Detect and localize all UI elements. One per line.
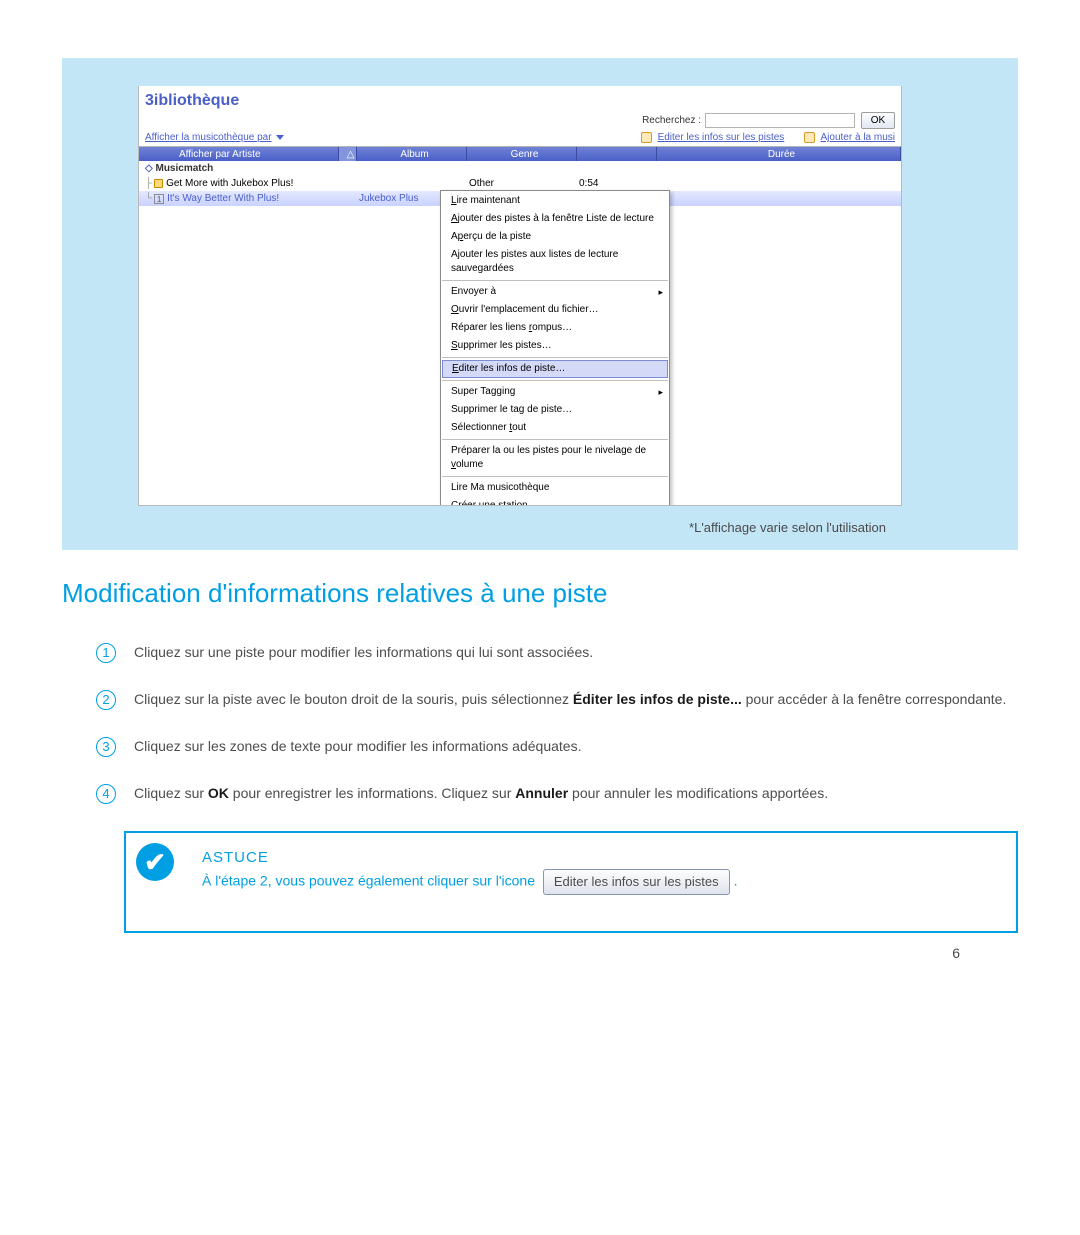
display-by-dropdown[interactable]: Afficher la musicothèque par [145, 132, 272, 143]
chevron-down-icon [276, 135, 284, 140]
menu-item[interactable]: Préparer la ou les pistes pour le nivela… [441, 442, 669, 474]
menu-item[interactable]: Aperçu de la piste [441, 228, 669, 246]
menu-item[interactable]: Supprimer les pistes… [441, 337, 669, 355]
menu-item[interactable]: Ajouter des pistes à la fenêtre Liste de… [441, 210, 669, 228]
menu-item[interactable]: Ajouter les pistes aux listes de lecture… [441, 246, 669, 278]
track-row-header[interactable]: ◇ Musicmatch [139, 161, 901, 176]
instruction-list: 1 Cliquez sur une piste pour modifier le… [62, 643, 1018, 803]
menu-item[interactable]: Sélectionner tout [441, 419, 669, 437]
library-window: 3ibliothèque Recherchez : OK Afficher la… [138, 86, 902, 506]
tip-title: ASTUCE [202, 847, 1000, 870]
tip-box: ✔ ASTUCE À l'étape 2, vous pouvez égalem… [124, 831, 1018, 933]
menu-separator [442, 357, 668, 358]
column-genre[interactable]: Genre [467, 147, 577, 161]
menu-item[interactable]: Editer les infos de piste… [442, 360, 668, 378]
add-icon [804, 132, 815, 143]
track-row[interactable]: ├Get More with Jukebox Plus! Other 0:54 [139, 176, 901, 191]
screenshot-panel: 3ibliothèque Recherchez : OK Afficher la… [62, 58, 1018, 550]
column-duration-lead [577, 147, 657, 161]
menu-item[interactable]: Réparer les liens rompus… [441, 319, 669, 337]
edit-track-info-button-example: Editer les infos sur les pistes [543, 869, 730, 895]
toolbar-links-row: Afficher la musicothèque par Editer les … [139, 132, 901, 146]
menu-item[interactable]: Lire Ma musicothèque [441, 479, 669, 497]
step-number-badge: 2 [96, 690, 116, 710]
instruction-step: 4 Cliquez sur OK pour enregistrer les in… [134, 784, 1018, 803]
add-to-library-link[interactable]: Ajouter à la musi [804, 132, 895, 143]
sort-indicator-icon[interactable]: △ [339, 147, 357, 161]
menu-item[interactable]: Supprimer le tag de piste… [441, 401, 669, 419]
toolbar-search-row: Recherchez : OK [139, 110, 901, 132]
check-icon: ✔ [136, 843, 174, 881]
column-artist[interactable]: Afficher par Artiste [139, 147, 339, 161]
menu-item[interactable]: Créer une station [441, 497, 669, 506]
menu-separator [442, 380, 668, 381]
lock-icon [154, 179, 163, 188]
menu-item[interactable]: Lire maintenant [441, 192, 669, 210]
menu-separator [442, 280, 668, 281]
menu-separator [442, 439, 668, 440]
window-title: 3ibliothèque [139, 92, 901, 110]
step-number-badge: 1 [96, 643, 116, 663]
search-label: Recherchez : [642, 115, 701, 126]
tip-text: À l'étape 2, vous pouvez également cliqu… [202, 873, 535, 889]
menu-item[interactable]: Ouvrir l'emplacement du fichier… [441, 301, 669, 319]
search-input[interactable] [705, 113, 855, 128]
menu-item[interactable]: Envoyer à [441, 283, 669, 301]
edit-track-info-link[interactable]: Editer les infos sur les pistes [641, 132, 785, 143]
menu-item[interactable]: Super Tagging [441, 383, 669, 401]
page-number: 6 [62, 945, 1018, 961]
section-heading: Modification d'informations relatives à … [62, 578, 1018, 609]
instruction-step: 2 Cliquez sur la piste avec le bouton dr… [134, 690, 1018, 709]
instruction-step: 3 Cliquez sur les zones de texte pour mo… [134, 737, 1018, 756]
edit-icon [641, 132, 652, 143]
menu-separator [442, 476, 668, 477]
column-album[interactable]: Album [357, 147, 467, 161]
ok-button[interactable]: OK [861, 112, 895, 129]
context-menu: Lire maintenantAjouter des pistes à la f… [440, 190, 670, 506]
column-duration[interactable]: Durée [657, 147, 901, 161]
column-header-row: Afficher par Artiste △ Album Genre Durée [139, 146, 901, 161]
step-number-badge: 4 [96, 784, 116, 804]
step-number-badge: 3 [96, 737, 116, 757]
disclaimer-text: *L'affichage varie selon l'utilisation [138, 506, 902, 543]
instruction-step: 1 Cliquez sur une piste pour modifier le… [134, 643, 1018, 662]
track-number-icon: 1 [154, 194, 164, 204]
